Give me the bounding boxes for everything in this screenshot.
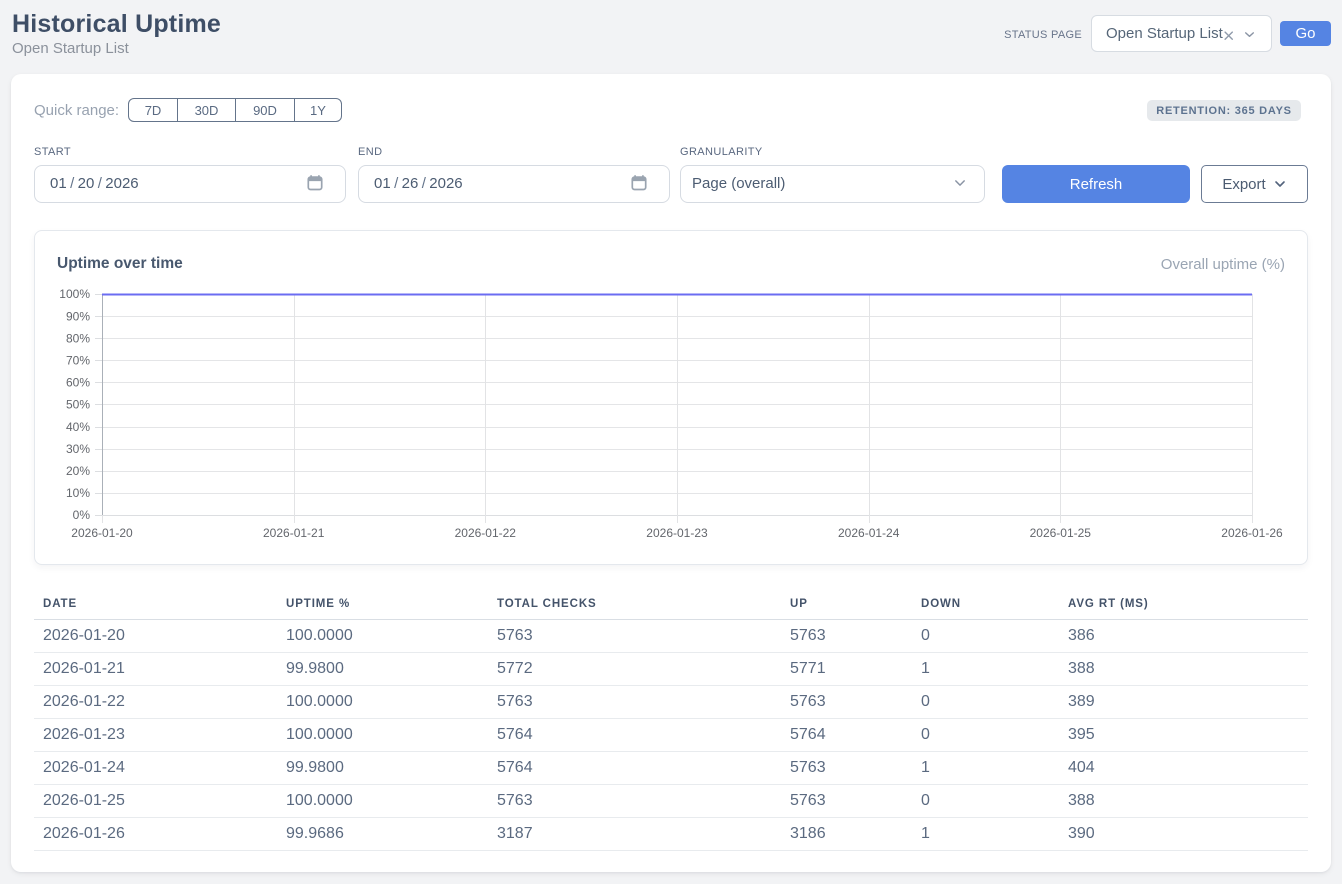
- svg-text:0%: 0%: [73, 508, 91, 522]
- svg-text:80%: 80%: [66, 331, 90, 345]
- svg-text:2026-01-23: 2026-01-23: [646, 526, 708, 540]
- svg-text:40%: 40%: [66, 420, 90, 434]
- svg-text:20%: 20%: [66, 464, 90, 478]
- svg-text:50%: 50%: [66, 398, 90, 412]
- svg-text:2026-01-25: 2026-01-25: [1030, 526, 1092, 540]
- svg-text:2026-01-22: 2026-01-22: [455, 526, 517, 540]
- svg-text:10%: 10%: [66, 486, 90, 500]
- svg-text:2026-01-20: 2026-01-20: [71, 526, 133, 540]
- svg-text:30%: 30%: [66, 442, 90, 456]
- svg-text:2026-01-21: 2026-01-21: [263, 526, 325, 540]
- svg-text:2026-01-24: 2026-01-24: [838, 526, 900, 540]
- svg-text:100%: 100%: [59, 287, 90, 301]
- svg-text:2026-01-26: 2026-01-26: [1221, 526, 1283, 540]
- svg-text:60%: 60%: [66, 376, 90, 390]
- svg-text:70%: 70%: [66, 354, 90, 368]
- svg-text:90%: 90%: [66, 309, 90, 323]
